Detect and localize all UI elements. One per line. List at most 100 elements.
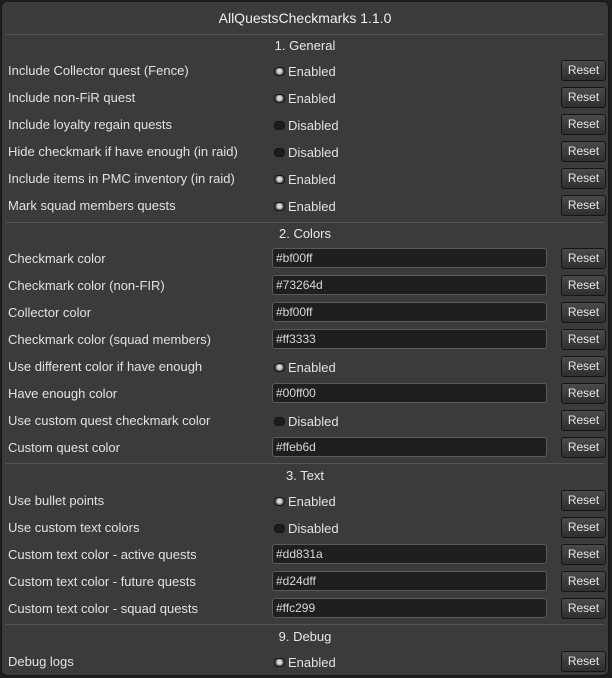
reset-button[interactable]: Reset xyxy=(561,168,606,189)
setting-label: Custom text color - squad quests xyxy=(8,601,199,616)
divider xyxy=(6,624,604,625)
toggle-state: Enabled xyxy=(288,654,336,670)
reset-button[interactable]: Reset xyxy=(561,651,606,672)
setting-label: Custom text color - future quests xyxy=(8,574,196,589)
setting-row: Use custom quest checkmark color Disable… xyxy=(2,410,608,432)
reset-button[interactable]: Reset xyxy=(561,248,606,269)
reset-button[interactable]: Reset xyxy=(561,87,606,108)
toggle-indicator-icon xyxy=(274,174,285,184)
reset-button[interactable]: Reset xyxy=(561,598,606,619)
reset-button[interactable]: Reset xyxy=(561,356,606,377)
settings-window: AllQuestsCheckmarks 1.1.0 1. General Inc… xyxy=(1,1,609,676)
color-input-non-fir[interactable]: #73264d xyxy=(272,275,547,295)
setting-label: Mark squad members quests xyxy=(8,198,176,213)
toggle-indicator-icon xyxy=(274,496,285,506)
color-input-custom-quest[interactable]: #ffeb6d xyxy=(272,437,547,457)
toggle-state: Disabled xyxy=(288,117,339,133)
color-input-have-enough[interactable]: #00ff00 xyxy=(272,383,547,403)
toggle-state: Enabled xyxy=(288,171,336,187)
setting-label: Include items in PMC inventory (in raid) xyxy=(8,171,235,186)
reset-button[interactable]: Reset xyxy=(561,544,606,565)
setting-row: Include loyalty regain quests Disabled R… xyxy=(2,114,608,136)
setting-row: Have enough color #00ff00 Reset xyxy=(2,383,608,405)
color-input-collector[interactable]: #bf00ff xyxy=(272,302,547,322)
section-header-debug: 9. Debug xyxy=(278,629,332,644)
section-header-text: 3. Text xyxy=(285,468,325,483)
color-input-future-quests[interactable]: #d24dff xyxy=(272,571,547,591)
setting-label: Hide checkmark if have enough (in raid) xyxy=(8,144,238,159)
section-header-colors: 2. Colors xyxy=(278,226,332,241)
setting-label: Checkmark color xyxy=(8,251,106,266)
color-input-squad[interactable]: #ff3333 xyxy=(272,329,547,349)
setting-label: Use custom quest checkmark color xyxy=(8,413,211,428)
reset-button[interactable]: Reset xyxy=(561,383,606,404)
toggle-collector-quest[interactable]: Enabled xyxy=(274,63,336,79)
toggle-state: Enabled xyxy=(288,90,336,106)
toggle-indicator-icon xyxy=(274,66,285,76)
toggle-squad-quests[interactable]: Enabled xyxy=(274,198,336,214)
reset-button[interactable]: Reset xyxy=(561,195,606,216)
setting-label: Include non-FiR quest xyxy=(8,90,136,105)
setting-label: Custom quest color xyxy=(8,440,120,455)
setting-label: Custom text color - active quests xyxy=(8,547,197,562)
setting-row: Collector color #bf00ff Reset xyxy=(2,302,608,324)
setting-row: Mark squad members quests Enabled Reset xyxy=(2,195,608,217)
toggle-debug-logs[interactable]: Enabled xyxy=(274,654,336,670)
toggle-state: Disabled xyxy=(288,413,339,429)
toggle-bullet-points[interactable]: Enabled xyxy=(274,493,336,509)
reset-button[interactable]: Reset xyxy=(561,490,606,511)
setting-row: Checkmark color (non-FIR) #73264d Reset xyxy=(2,275,608,297)
toggle-indicator-icon xyxy=(274,362,285,372)
setting-label: Debug logs xyxy=(8,654,74,669)
setting-label: Use custom text colors xyxy=(8,520,140,535)
setting-label: Include loyalty regain quests xyxy=(8,117,173,132)
setting-row: Use different color if have enough Enabl… xyxy=(2,356,608,378)
toggle-indicator-icon xyxy=(274,201,285,211)
section-header-general: 1. General xyxy=(274,38,336,53)
reset-button[interactable]: Reset xyxy=(561,275,606,296)
color-input-active-quests[interactable]: #dd831a xyxy=(272,544,547,564)
toggle-different-color[interactable]: Enabled xyxy=(274,359,336,375)
setting-row: Checkmark color #bf00ff Reset xyxy=(2,248,608,270)
setting-row: Include non-FiR quest Enabled Reset xyxy=(2,87,608,109)
toggle-pmc-inventory[interactable]: Enabled xyxy=(274,171,336,187)
toggle-state: Enabled xyxy=(288,63,336,79)
reset-button[interactable]: Reset xyxy=(561,410,606,431)
toggle-indicator-icon xyxy=(274,416,285,426)
color-input-checkmark[interactable]: #bf00ff xyxy=(272,248,547,268)
toggle-non-fir-quest[interactable]: Enabled xyxy=(274,90,336,106)
reset-button[interactable]: Reset xyxy=(561,302,606,323)
divider xyxy=(6,34,604,35)
reset-button[interactable]: Reset xyxy=(561,141,606,162)
reset-button[interactable]: Reset xyxy=(561,114,606,135)
setting-label: Collector color xyxy=(8,305,92,320)
toggle-state: Enabled xyxy=(288,198,336,214)
reset-button[interactable]: Reset xyxy=(561,329,606,350)
setting-row: Hide checkmark if have enough (in raid) … xyxy=(2,141,608,163)
setting-label: Checkmark color (squad members) xyxy=(8,332,212,347)
reset-button[interactable]: Reset xyxy=(561,437,606,458)
toggle-state: Disabled xyxy=(288,144,339,160)
setting-row: Custom text color - future quests #d24df… xyxy=(2,571,608,593)
setting-row: Custom quest color #ffeb6d Reset xyxy=(2,437,608,459)
toggle-hide-checkmark[interactable]: Disabled xyxy=(274,144,339,160)
setting-row: Custom text color - active quests #dd831… xyxy=(2,544,608,566)
toggle-indicator-icon xyxy=(274,93,285,103)
reset-button[interactable]: Reset xyxy=(561,571,606,592)
reset-button[interactable]: Reset xyxy=(561,60,606,81)
toggle-custom-quest-color[interactable]: Disabled xyxy=(274,413,339,429)
setting-label: Include Collector quest (Fence) xyxy=(8,63,189,78)
toggle-state: Enabled xyxy=(288,493,336,509)
setting-row: Custom text color - squad quests #ffc299… xyxy=(2,598,608,620)
setting-row: Debug logs Enabled Reset xyxy=(2,651,608,673)
setting-row: Checkmark color (squad members) #ff3333 … xyxy=(2,329,608,351)
color-input-squad-quests[interactable]: #ffc299 xyxy=(272,598,547,618)
divider xyxy=(6,463,604,464)
setting-label: Use bullet points xyxy=(8,493,105,508)
reset-button[interactable]: Reset xyxy=(561,517,606,538)
toggle-custom-text-colors[interactable]: Disabled xyxy=(274,520,339,536)
setting-label: Have enough color xyxy=(8,386,118,401)
toggle-loyalty-regain[interactable]: Disabled xyxy=(274,117,339,133)
setting-label: Checkmark color (non-FIR) xyxy=(8,278,165,293)
setting-row: Include Collector quest (Fence) Enabled … xyxy=(2,60,608,82)
